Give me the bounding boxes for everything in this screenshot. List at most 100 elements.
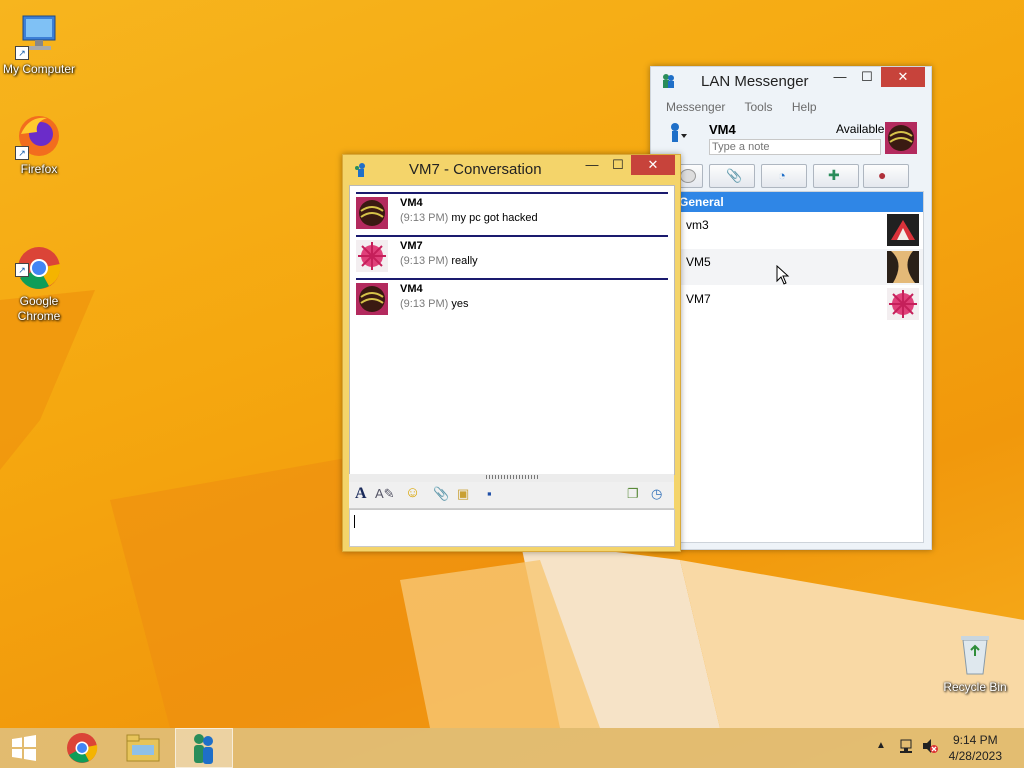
minimize-button[interactable]: — <box>827 67 853 87</box>
lan-messenger-menubar: Messenger Tools Help <box>666 100 833 114</box>
conversation-titlebar[interactable]: VM7 - Conversation — ☐ ✕ <box>343 155 680 183</box>
network-icon[interactable] <box>898 738 914 754</box>
history-icon[interactable]: ◷ <box>651 486 662 502</box>
broadcast-icon: ◔ <box>778 168 786 183</box>
splitter-grip-icon <box>486 475 540 479</box>
message-time: (9:13 PM) <box>400 212 449 224</box>
user-avatar[interactable] <box>885 122 917 154</box>
clock-time: 9:14 PM <box>952 733 998 747</box>
contact-item[interactable]: VM5 <box>659 249 923 286</box>
clock-date: 4/28/2023 <box>948 749 1002 763</box>
contact-name: VM5 <box>686 255 711 269</box>
chat-icon <box>680 169 696 183</box>
lan-messenger-window: LAN Messenger — ☐ ✕ Messenger Tools Help… <box>650 66 932 550</box>
lan-messenger-titlebar[interactable]: LAN Messenger — ☐ ✕ <box>651 67 931 95</box>
folder-icon <box>126 734 160 762</box>
maximize-button[interactable]: ☐ <box>605 155 631 175</box>
desktop-icon-firefox[interactable]: ↗ Firefox <box>0 112 79 177</box>
conversation-window: VM7 - Conversation — ☐ ✕ VM4 (9:13 PM) m… <box>342 154 681 552</box>
start-button[interactable] <box>0 728 48 768</box>
volume-muted-icon[interactable] <box>921 738 939 754</box>
user-status[interactable]: Available <box>836 122 884 136</box>
user-status-icon[interactable] <box>667 122 689 144</box>
toolbar-file-button[interactable]: 📎 <box>709 164 755 188</box>
close-button[interactable]: ✕ <box>881 67 925 87</box>
contact-avatar <box>887 214 919 246</box>
menu-messenger[interactable]: Messenger <box>666 100 725 114</box>
taskbar-file-explorer[interactable] <box>115 728 171 768</box>
toolbar-add-contact-button[interactable]: ✚ <box>813 164 859 188</box>
sender-avatar <box>356 197 388 229</box>
message-item: VM4 (9:13 PM) yes <box>356 278 668 321</box>
computer-icon: ↗ <box>15 12 63 60</box>
pane-splitter[interactable] <box>349 474 674 482</box>
note-input[interactable] <box>709 139 881 155</box>
chrome-icon: ↗ <box>15 229 63 289</box>
text-caret <box>354 515 355 528</box>
toolbar-group-button[interactable]: ● <box>863 164 909 188</box>
font-icon[interactable]: A <box>355 485 367 503</box>
conversation-title: VM7 - Conversation <box>409 161 542 178</box>
close-button[interactable]: ✕ <box>631 155 675 175</box>
windows-icon <box>12 735 36 761</box>
maximize-button[interactable]: ☐ <box>854 67 880 87</box>
lan-messenger-app-icon <box>661 73 675 89</box>
message-item: VM7 (9:13 PM) really <box>356 235 668 278</box>
desktop-icon-google-chrome[interactable]: ↗ Google Chrome <box>0 214 79 339</box>
message-item: VM4 (9:13 PM) my pc got hacked <box>356 192 668 235</box>
conversation-app-icon <box>353 162 367 178</box>
clock[interactable]: 9:14 PM 4/28/2023 <box>949 732 1002 764</box>
save-icon[interactable]: ▪ <box>487 486 492 501</box>
group-header-general[interactable]: General <box>659 192 923 212</box>
menu-tools[interactable]: Tools <box>745 100 773 114</box>
taskbar-lan-messenger[interactable] <box>175 728 233 768</box>
message-text: really <box>451 255 478 267</box>
contact-name: vm3 <box>686 218 709 232</box>
contact-item[interactable]: vm3 <box>659 212 923 249</box>
contact-name: VM7 <box>686 292 711 306</box>
lan-messenger-title: LAN Messenger <box>701 73 809 90</box>
message-sender: VM4 <box>400 283 423 295</box>
send-folder-icon[interactable]: ▣ <box>457 486 469 502</box>
message-time: (9:13 PM) <box>400 255 449 267</box>
desktop-icon-label: Recycle Bin <box>943 680 1007 694</box>
contact-avatar <box>887 251 919 283</box>
toolbar-broadcast-button[interactable]: ◔ <box>761 164 807 188</box>
chrome-icon <box>67 733 98 763</box>
message-text: yes <box>451 298 469 310</box>
firefox-icon: ↗ <box>15 112 63 160</box>
contact-item[interactable]: VM7 <box>659 286 923 323</box>
copy-icon[interactable]: ❐ <box>627 486 639 502</box>
paperclip-icon: 📎 <box>726 168 743 183</box>
send-file-icon[interactable]: 📎 <box>433 486 449 502</box>
message-history[interactable]: VM4 (9:13 PM) my pc got hacked VM7 (9:13… <box>349 185 675 475</box>
desktop-icon-label: Firefox <box>20 162 58 176</box>
desktop-icon-label: My Computer <box>2 62 76 76</box>
tray-overflow-chevron-icon[interactable]: ▲ <box>876 740 886 751</box>
desktop-icon-recycle-bin[interactable]: Recycle Bin <box>935 630 1015 695</box>
message-input[interactable] <box>349 509 675 547</box>
message-time: (9:13 PM) <box>400 298 449 310</box>
contact-list: General vm3 VM5 VM7 <box>658 191 924 543</box>
group-icon: ● <box>878 167 887 183</box>
message-text: my pc got hacked <box>451 212 538 224</box>
user-name: VM4 <box>709 122 736 137</box>
sender-avatar <box>356 283 388 315</box>
recycle-bin-icon <box>951 630 999 678</box>
contact-avatar <box>887 288 919 320</box>
font-color-icon[interactable]: A✎ <box>375 486 395 502</box>
desktop-icon-label: Google Chrome <box>17 294 61 323</box>
sender-avatar <box>356 240 388 272</box>
message-sender: VM7 <box>400 240 423 252</box>
format-toolbar: A A✎ ☺ 📎 ▣ ▪ ❐ ◷ <box>349 482 674 509</box>
menu-help[interactable]: Help <box>792 100 817 114</box>
add-user-icon: ✚ <box>828 167 840 183</box>
mouse-cursor <box>776 265 790 285</box>
smiley-icon[interactable]: ☺ <box>405 484 420 501</box>
taskbar-chrome[interactable] <box>55 728 111 768</box>
lan-messenger-icon <box>194 734 213 764</box>
minimize-button[interactable]: — <box>579 155 605 175</box>
message-sender: VM4 <box>400 197 423 209</box>
taskbar: ▲ 9:14 PM 4/28/2023 <box>0 728 1024 768</box>
desktop-icon-my-computer[interactable]: ↗ My Computer <box>0 12 79 77</box>
